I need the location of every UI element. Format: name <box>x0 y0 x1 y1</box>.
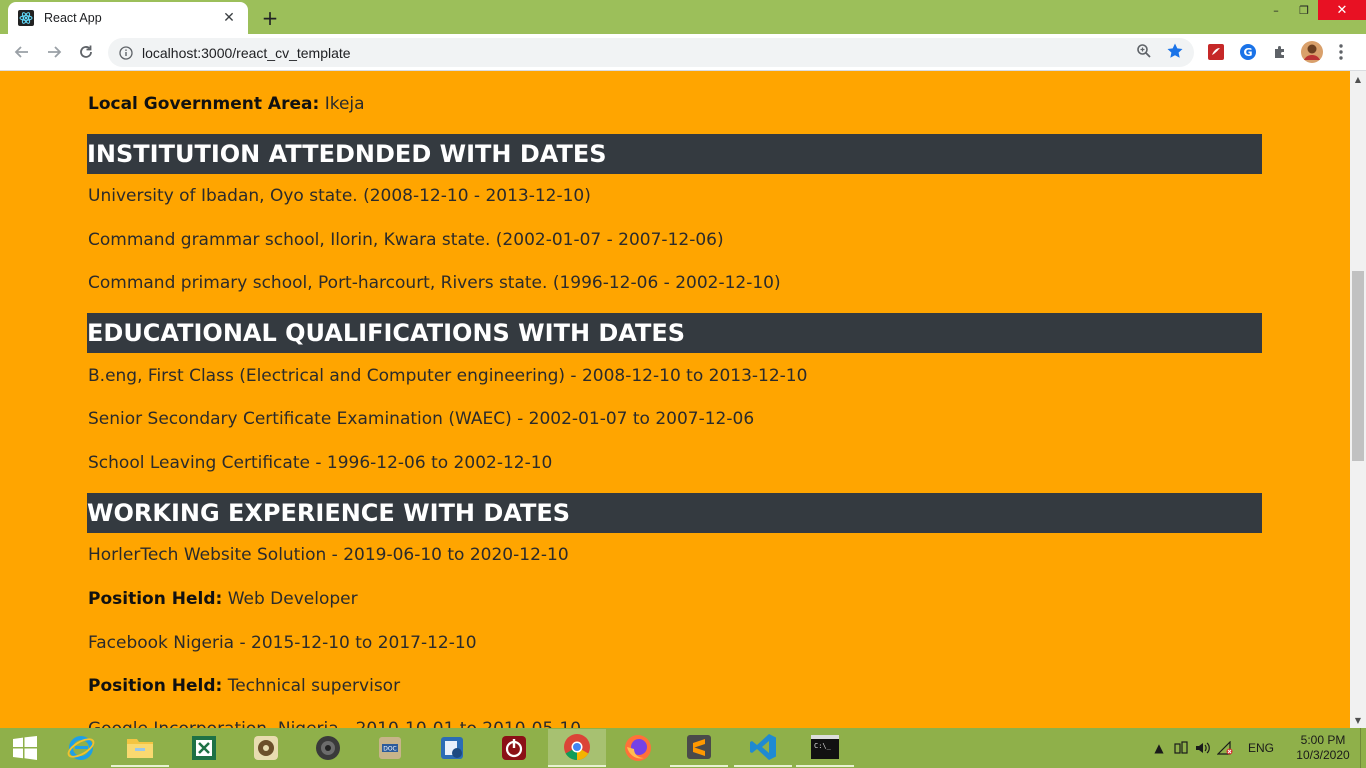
lga-value: Ikeja <box>324 94 365 114</box>
qualification-item: Senior Secondary Certificate Examination… <box>88 409 755 429</box>
institution-item: Command primary school, Port-harcourt, R… <box>88 273 781 293</box>
address-bar[interactable]: localhost:3000/react_cv_template <box>108 38 1194 67</box>
network-disconnected-icon[interactable] <box>1214 728 1236 768</box>
volume-icon[interactable] <box>1192 728 1214 768</box>
svg-text:DOC: DOC <box>383 746 397 753</box>
tab-react-app[interactable]: React App ✕ <box>8 2 248 34</box>
sublime-text-icon[interactable] <box>670 729 728 767</box>
media-app-icon[interactable] <box>237 729 295 767</box>
excel-icon[interactable] <box>175 729 233 767</box>
speaker-app-icon[interactable] <box>299 729 357 767</box>
close-tab-icon[interactable]: ✕ <box>220 9 238 27</box>
reload-icon[interactable] <box>70 36 102 68</box>
lga-label: Local Government Area: <box>88 94 320 114</box>
job-company: Google Incorporation, Nigeria - 2010-10-… <box>88 719 581 728</box>
section-header-institutions: INSTITUTION ATTEDNDED WITH DATES <box>87 134 1262 174</box>
position-value: Web Developer <box>227 589 358 609</box>
url-text[interactable]: localhost:3000/react_cv_template <box>142 45 1136 61</box>
zoom-icon[interactable] <box>1136 43 1152 63</box>
browser-toolbar: localhost:3000/react_cv_template G <box>0 34 1366 71</box>
g-extension-icon[interactable]: G <box>1235 39 1261 65</box>
new-tab-button[interactable]: + <box>258 6 282 30</box>
forward-icon[interactable] <box>38 36 70 68</box>
react-icon <box>18 10 34 26</box>
language-indicator[interactable]: ENG <box>1248 741 1274 755</box>
editor-app-icon[interactable] <box>423 729 481 767</box>
clock-time: 5:00 PM <box>1300 733 1346 747</box>
tab-title: React App <box>44 11 102 25</box>
info-icon[interactable] <box>118 45 134 61</box>
windows-start-icon[interactable] <box>0 728 50 768</box>
command-prompt-icon[interactable]: C:\_ <box>796 729 854 767</box>
job-position-line: Position Held: Web Developer <box>88 589 358 609</box>
show-hidden-icons-chevron-icon[interactable]: ▲ <box>1148 728 1170 768</box>
file-explorer-icon[interactable] <box>111 729 169 767</box>
firefox-icon[interactable] <box>609 729 667 767</box>
page-viewport: Local Government Area: Ikeja INSTITUTION… <box>0 71 1350 728</box>
job-company: Facebook Nigeria - 2015-12-10 to 2017-12… <box>88 633 477 653</box>
institution-item: University of Ibadan, Oyo state. (2008-1… <box>88 186 591 206</box>
power-app-icon[interactable] <box>485 729 543 767</box>
tab-strip: React App ✕ + – ❐ ✕ <box>0 0 1366 34</box>
section-header-qualifications: EDUCATIONAL QUALIFICATIONS WITH DATES <box>87 313 1262 353</box>
svg-text:G: G <box>1243 46 1252 59</box>
job-position-line: Position Held: Technical supervisor <box>88 676 400 696</box>
bookmark-star-icon[interactable] <box>1166 42 1184 64</box>
position-label: Position Held: <box>88 589 223 609</box>
institution-item: Command grammar school, Ilorin, Kwara st… <box>88 230 724 250</box>
clock-date: 10/3/2020 <box>1296 748 1350 762</box>
doc-app-icon[interactable]: DOC <box>361 729 419 767</box>
close-window-button[interactable]: ✕ <box>1318 0 1366 20</box>
internet-explorer-icon[interactable] <box>52 729 110 767</box>
minimize-button[interactable]: – <box>1262 0 1290 20</box>
extensions-puzzle-icon[interactable] <box>1267 39 1293 65</box>
pdf-extension-icon[interactable] <box>1203 39 1229 65</box>
window-controls: – ❐ ✕ <box>1262 0 1366 20</box>
position-label: Position Held: <box>88 676 223 696</box>
svg-text:C:\_: C:\_ <box>814 742 832 750</box>
chrome-icon[interactable] <box>548 729 606 767</box>
vertical-scrollbar[interactable]: ▲ ▼ <box>1350 71 1366 728</box>
qualification-item: B.eng, First Class (Electrical and Compu… <box>88 366 808 386</box>
qualification-item: School Leaving Certificate - 1996-12-06 … <box>88 453 553 473</box>
back-icon[interactable] <box>6 36 38 68</box>
windows-taskbar: DOC C:\_ ▲ ENG 5:00 PM 10/3/2020 <box>0 728 1366 768</box>
vscode-icon[interactable] <box>734 729 792 767</box>
job-company: HorlerTech Website Solution - 2019-06-10… <box>88 545 569 565</box>
show-desktop-button[interactable] <box>1360 728 1366 768</box>
scrollbar-thumb[interactable] <box>1352 271 1364 461</box>
clock[interactable]: 5:00 PM 10/3/2020 <box>1286 733 1360 763</box>
restore-button[interactable]: ❐ <box>1290 0 1318 20</box>
device-icon[interactable] <box>1170 728 1192 768</box>
system-tray: ▲ ENG 5:00 PM 10/3/2020 <box>1148 728 1366 768</box>
section-header-experience: WORKING EXPERIENCE WITH DATES <box>87 493 1262 533</box>
scroll-up-arrow-icon[interactable]: ▲ <box>1350 71 1366 87</box>
position-value: Technical supervisor <box>227 676 401 696</box>
lga-line: Local Government Area: Ikeja <box>88 94 365 114</box>
profile-avatar[interactable] <box>1299 39 1325 65</box>
scroll-down-arrow-icon[interactable]: ▼ <box>1350 712 1366 728</box>
menu-kebab-icon[interactable] <box>1328 39 1354 65</box>
